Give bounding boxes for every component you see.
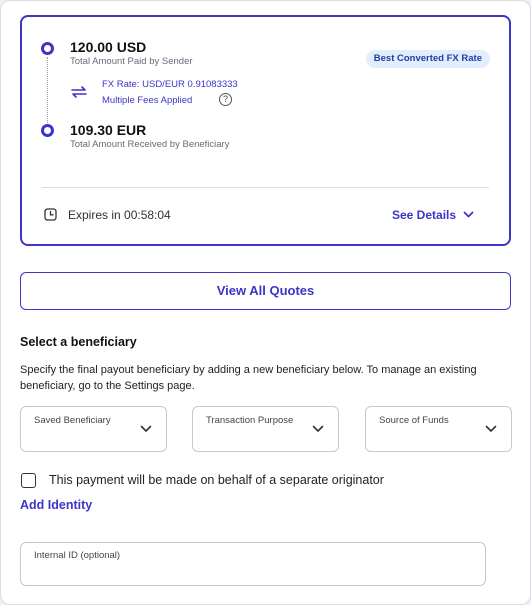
separate-originator-checkbox[interactable] bbox=[21, 473, 36, 488]
add-identity-link[interactable]: Add Identity bbox=[20, 498, 92, 512]
swap-arrows-icon bbox=[71, 86, 87, 98]
sender-amount: 120.00 USD bbox=[70, 39, 147, 55]
beneficiary-description: Specify the final payout beneficiary by … bbox=[20, 364, 477, 392]
chevron-down-icon bbox=[485, 425, 497, 432]
separate-originator-label: This payment will be made on behalf of a… bbox=[49, 473, 384, 487]
view-all-quotes-button[interactable]: View All Quotes bbox=[20, 272, 511, 310]
chevron-down-icon[interactable] bbox=[463, 211, 474, 219]
chevron-down-icon bbox=[140, 425, 152, 432]
payment-panel: 120.00 USD Total Amount Paid by Sender B… bbox=[0, 0, 531, 605]
see-details-link[interactable]: See Details bbox=[392, 208, 456, 222]
beneficiary-ring-icon bbox=[41, 124, 54, 137]
sender-amount-label: Total Amount Paid by Sender bbox=[70, 56, 193, 67]
beneficiary-amount: 109.30 EUR bbox=[70, 122, 147, 138]
quote-card: 120.00 USD Total Amount Paid by Sender B… bbox=[20, 15, 511, 246]
beneficiary-section-title: Select a beneficiary bbox=[20, 335, 137, 349]
select-label: Saved Beneficiary bbox=[34, 415, 111, 426]
beneficiary-amount-label: Total Amount Received by Beneficiary bbox=[70, 139, 230, 150]
best-rate-badge: Best Converted FX Rate bbox=[365, 50, 490, 68]
fees-applied: Multiple Fees Applied bbox=[102, 95, 193, 106]
fx-rate: FX Rate: USD/EUR 0.91083333 bbox=[102, 79, 238, 90]
select-label: Transaction Purpose bbox=[206, 415, 294, 426]
internal-id-label: Internal ID (optional) bbox=[34, 550, 121, 561]
help-circle-icon[interactable]: ? bbox=[219, 93, 232, 106]
sender-ring-icon bbox=[41, 42, 54, 55]
clock-icon bbox=[44, 208, 57, 221]
transaction-purpose-select[interactable]: Transaction Purpose bbox=[192, 406, 339, 452]
saved-beneficiary-select[interactable]: Saved Beneficiary bbox=[20, 406, 167, 452]
internal-id-field[interactable]: Internal ID (optional) bbox=[20, 542, 486, 586]
divider bbox=[42, 187, 489, 188]
select-label: Source of Funds bbox=[379, 415, 449, 426]
chevron-down-icon bbox=[312, 425, 324, 432]
expires-countdown: Expires in 00:58:04 bbox=[68, 208, 171, 222]
source-of-funds-select[interactable]: Source of Funds bbox=[365, 406, 512, 452]
timeline-connector bbox=[47, 57, 48, 127]
see-details-label: See Details bbox=[392, 208, 457, 222]
